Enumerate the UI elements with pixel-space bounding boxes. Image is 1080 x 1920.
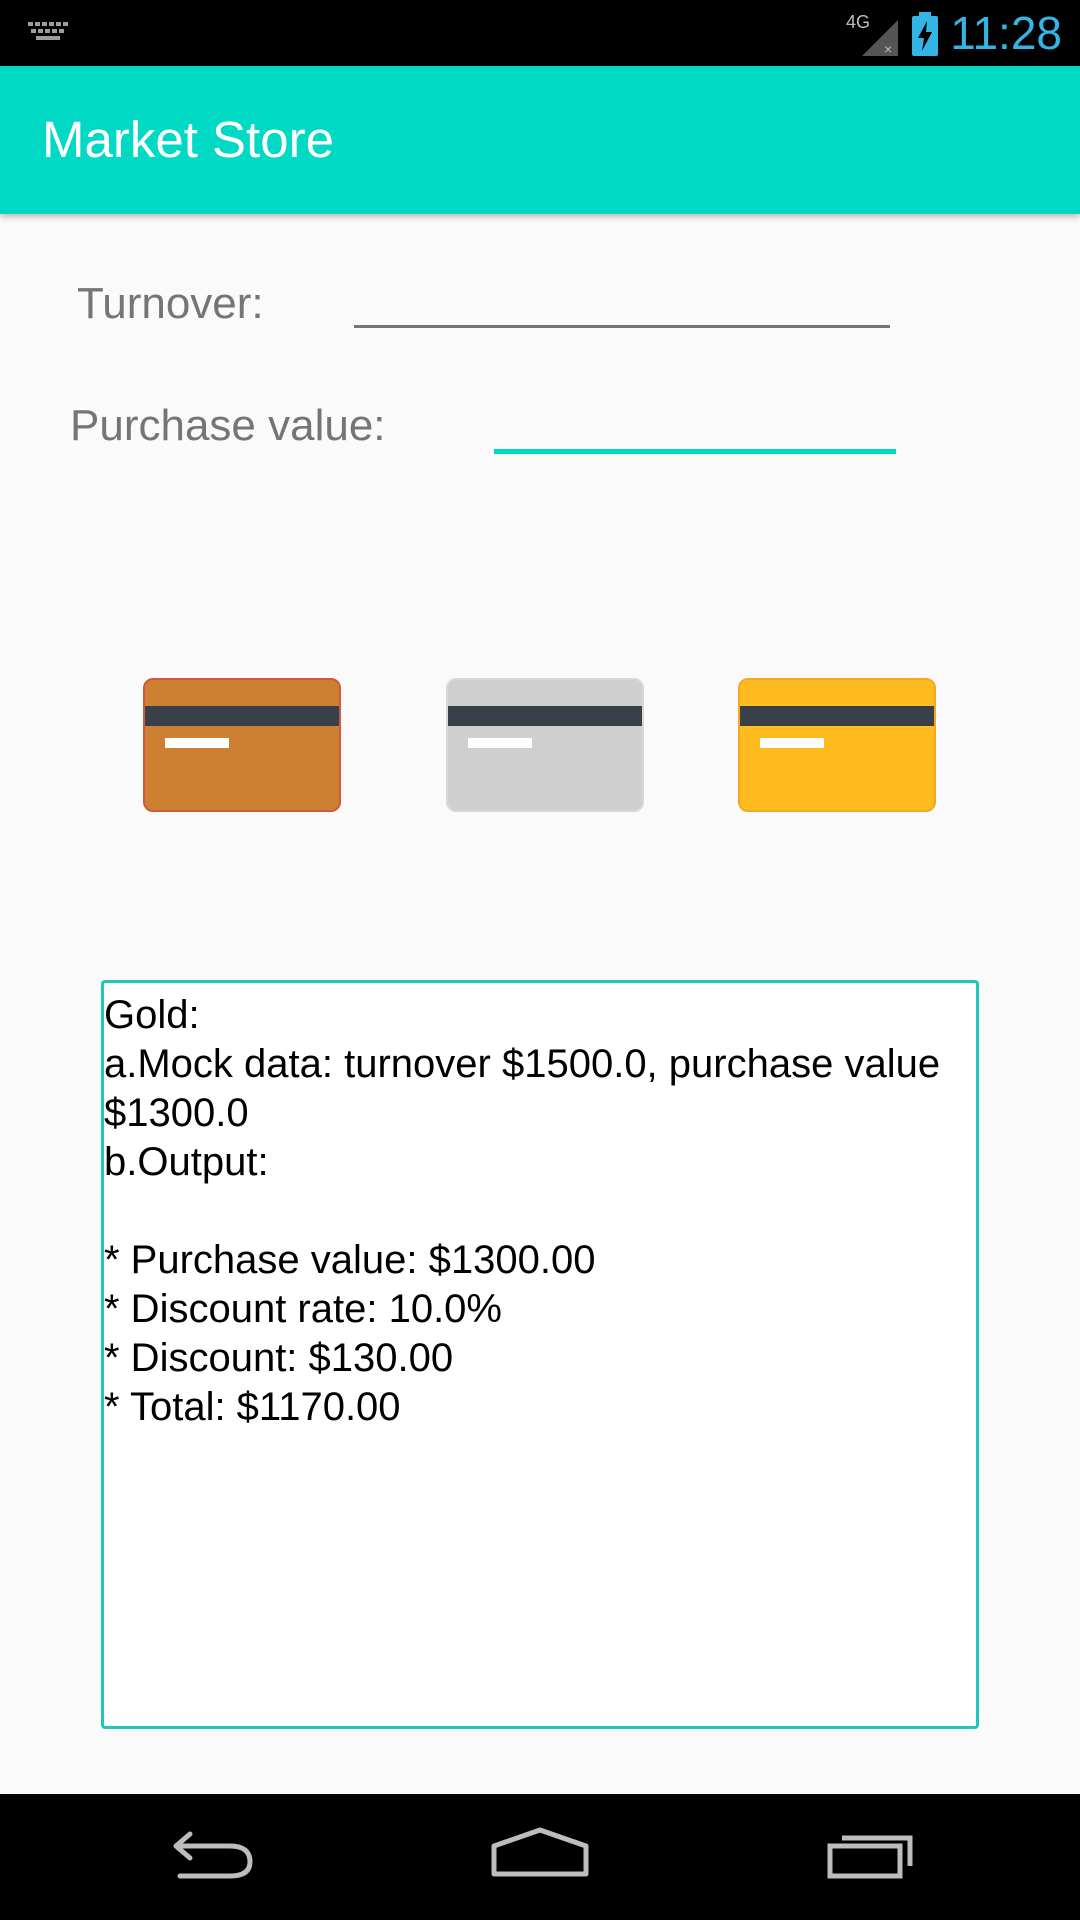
purchase-value-label: Purchase value:: [70, 401, 386, 450]
turnover-label: Turnover:: [77, 279, 264, 328]
app-title: Market Store: [42, 111, 334, 168]
output-text: Gold: a.Mock data: turnover $1500.0, pur…: [104, 993, 941, 1429]
purchase-value-input[interactable]: [494, 390, 896, 454]
card-stripe: [145, 706, 339, 726]
home-icon[interactable]: [488, 1824, 592, 1889]
navigation-bar: [0, 1794, 1080, 1920]
card-stripe: [740, 706, 934, 726]
back-icon[interactable]: [160, 1824, 256, 1889]
svg-text:×: ×: [884, 41, 892, 56]
network-label: 4G: [846, 12, 870, 32]
bronze-card-button[interactable]: [143, 678, 341, 812]
clock: 11:28: [950, 7, 1062, 59]
card-line: [760, 738, 824, 748]
status-bar: 4G × 11:28: [0, 0, 1080, 66]
app-bar: Market Store: [0, 66, 1080, 214]
turnover-input[interactable]: [354, 268, 890, 328]
output-box: Gold: a.Mock data: turnover $1500.0, pur…: [101, 980, 979, 1729]
recent-apps-icon[interactable]: [822, 1824, 918, 1889]
card-line: [468, 738, 532, 748]
card-stripe: [448, 706, 642, 726]
signal-icon: 4G ×: [846, 12, 900, 61]
keyboard-icon: [28, 22, 68, 49]
silver-card-button[interactable]: [446, 678, 644, 812]
card-line: [165, 738, 229, 748]
battery-charging-icon: [910, 12, 940, 61]
gold-card-button[interactable]: [738, 678, 936, 812]
